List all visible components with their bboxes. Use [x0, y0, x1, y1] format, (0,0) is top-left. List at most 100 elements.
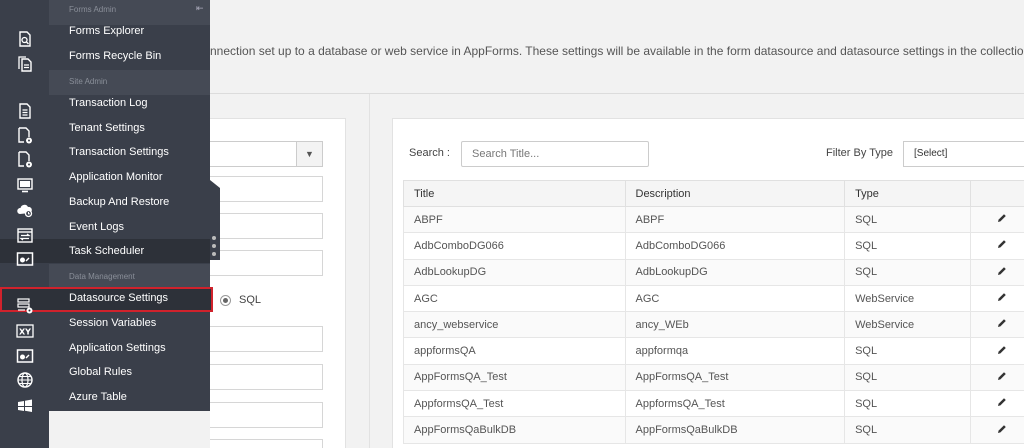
sidebar-item-azure-table[interactable]: Azure Table — [69, 389, 127, 405]
pencil-icon[interactable] — [997, 266, 1007, 276]
pin-icon[interactable]: ⇤ — [196, 3, 204, 14]
sidebar-item-application-monitor[interactable]: Application Monitor — [69, 169, 163, 185]
pencil-icon[interactable] — [997, 292, 1007, 302]
section-label-data-management: Data Management — [69, 272, 135, 281]
application-settings-icon[interactable] — [0, 344, 49, 368]
datasource-table: Title Description Type ABPF ABPF SQL AdbCom… — [403, 180, 1024, 444]
cell-type: SQL — [844, 390, 972, 418]
sidebar-item-datasource-settings[interactable]: Datasource Settings — [69, 290, 168, 306]
datasource-list-panel: Search : Filter By Type [Select] Title D… — [392, 118, 1024, 448]
form-field[interactable] — [210, 250, 323, 276]
cell-description: AGC — [624, 284, 846, 313]
sidebar-item-forms-explorer[interactable]: Forms Explorer — [69, 23, 144, 39]
document-gear-icon[interactable] — [0, 148, 49, 172]
cell-title: AGC — [403, 284, 626, 313]
caret-down-icon[interactable]: ▼ — [296, 142, 322, 166]
cell-actions — [970, 205, 1024, 234]
table-row[interactable]: AGC AGC WebService — [403, 284, 1024, 313]
monitor-icon[interactable] — [0, 173, 49, 197]
sidebar-item-tenant-settings[interactable]: Tenant Settings — [69, 120, 145, 136]
xy-variables-icon[interactable]: XY — [0, 319, 49, 343]
sql-radio[interactable] — [220, 294, 231, 306]
document-copy-icon[interactable] — [0, 52, 49, 76]
table-row[interactable]: AdbComboDG066 AdbComboDG066 SQL — [403, 232, 1024, 260]
document-gear-icon[interactable] — [0, 124, 49, 148]
form-field[interactable] — [210, 176, 323, 202]
datasource-type-select[interactable]: ▼ — [210, 141, 323, 167]
datasource-form-panel: ▼ SQL — [210, 118, 346, 448]
event-log-icon[interactable] — [0, 223, 49, 247]
sidebar-item-backup-and-restore[interactable]: Backup And Restore — [69, 194, 169, 210]
table-row[interactable]: ancy_webservice ancy_WEb WebService — [403, 311, 1024, 339]
sidebar-item-forms-recycle-bin[interactable]: Forms Recycle Bin — [69, 48, 161, 64]
column-header-title[interactable]: Title — [403, 180, 626, 207]
cell-type: SQL — [844, 363, 972, 392]
cell-description: AppformsQA_Test — [624, 390, 846, 418]
header-divider — [210, 93, 1024, 94]
document-search-icon[interactable] — [0, 27, 49, 51]
azure-table-icon[interactable] — [0, 393, 49, 417]
column-header-description[interactable]: Description — [624, 180, 846, 207]
table-row[interactable]: AppFormsQA_Test AppFormsQA_Test SQL — [403, 363, 1024, 392]
cell-description: AppFormsQA_Test — [624, 363, 846, 392]
search-input[interactable] — [461, 141, 649, 167]
cell-title: AdbComboDG066 — [403, 232, 626, 260]
pencil-icon[interactable] — [997, 345, 1007, 355]
cell-actions — [970, 416, 1024, 444]
filter-selected-value: [Select] — [914, 148, 948, 159]
sidebar-item-transaction-settings[interactable]: Transaction Settings — [69, 144, 169, 160]
pencil-icon[interactable] — [997, 371, 1007, 381]
cell-title: AppFormsQA_Test — [403, 363, 626, 392]
section-label-forms-admin: Forms Admin — [69, 5, 117, 14]
sidebar-item-global-rules[interactable]: Global Rules — [69, 364, 132, 380]
task-scheduler-icon[interactable] — [0, 247, 49, 271]
cell-actions — [970, 284, 1024, 313]
table-row[interactable]: AdbLookupDG AdbLookupDG SQL — [403, 258, 1024, 286]
cloud-backup-icon[interactable] — [0, 198, 49, 222]
resize-handle[interactable] — [212, 236, 216, 260]
table-row[interactable]: AppFormsQaBulkDB AppFormsQaBulkDB SQL — [403, 416, 1024, 444]
pencil-icon[interactable] — [997, 213, 1007, 223]
cell-description: ABPF — [624, 205, 846, 234]
cell-type: SQL — [844, 258, 972, 286]
sidebar-item-task-scheduler[interactable]: Task Scheduler — [69, 243, 144, 259]
form-field[interactable] — [210, 213, 323, 239]
filter-by-type-select[interactable]: [Select] — [903, 141, 1024, 167]
cell-description: ancy_WEb — [624, 311, 846, 339]
svg-text:XY: XY — [19, 328, 31, 337]
form-field[interactable] — [210, 326, 323, 352]
connection-type-radio-group: SQL — [220, 294, 261, 306]
cell-description: AdbComboDG066 — [624, 232, 846, 260]
cell-description: appformqa — [624, 337, 846, 365]
cell-actions — [970, 232, 1024, 260]
document-list-icon[interactable] — [0, 99, 49, 123]
sidebar-item-event-logs[interactable]: Event Logs — [69, 219, 124, 235]
cell-type: SQL — [844, 337, 972, 365]
page-description: nnection set up to a database or web ser… — [210, 44, 1024, 58]
pencil-icon[interactable] — [997, 239, 1007, 249]
cell-title: AppFormsQaBulkDB — [403, 416, 626, 444]
form-field[interactable] — [210, 364, 323, 390]
pencil-icon[interactable] — [997, 424, 1007, 434]
sidebar-item-application-settings[interactable]: Application Settings — [69, 340, 166, 356]
cell-description: AdbLookupDG — [624, 258, 846, 286]
pencil-icon[interactable] — [997, 318, 1007, 328]
sidebar-item-session-variables[interactable]: Session Variables — [69, 315, 156, 331]
cell-type: WebService — [844, 311, 972, 339]
cell-type: SQL — [844, 205, 972, 234]
column-header-type[interactable]: Type — [844, 180, 972, 207]
cell-title: AdbLookupDG — [403, 258, 626, 286]
sql-radio-label: SQL — [239, 294, 262, 306]
table-row[interactable]: AppformsQA_Test AppformsQA_Test SQL — [403, 390, 1024, 418]
cell-title: ancy_webservice — [403, 311, 626, 339]
sidebar-item-transaction-log[interactable]: Transaction Log — [69, 95, 147, 111]
globe-icon[interactable] — [0, 368, 49, 392]
column-header-actions — [970, 180, 1024, 207]
datasource-settings-icon[interactable] — [0, 294, 49, 318]
table-row[interactable]: ABPF ABPF SQL — [403, 205, 1024, 234]
pencil-icon[interactable] — [997, 397, 1007, 407]
form-field[interactable] — [210, 439, 323, 448]
table-row[interactable]: appformsQA appformqa SQL — [403, 337, 1024, 365]
form-field[interactable] — [210, 402, 323, 428]
cell-actions — [970, 390, 1024, 418]
